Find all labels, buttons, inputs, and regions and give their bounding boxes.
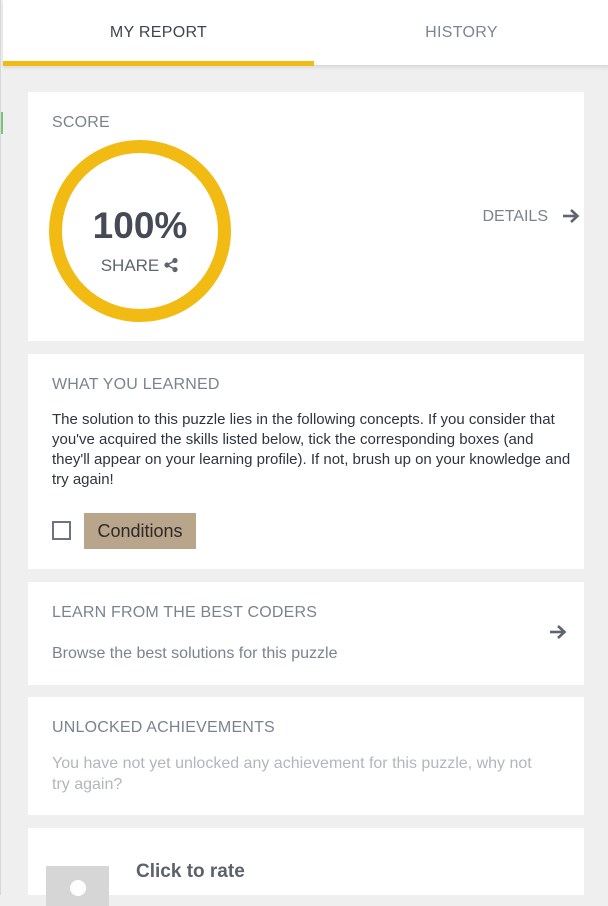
learned-card: WHAT YOU LEARNED The solution to this pu… [28,354,584,569]
report-panel: MY REPORT HISTORY SCORE 100% SHARE DETAI… [0,0,608,906]
best-coders-card[interactable]: LEARN FROM THE BEST CODERS Browse the be… [28,582,584,685]
achievements-card: UNLOCKED ACHIEVEMENTS You have not yet u… [28,697,584,815]
learned-title: WHAT YOU LEARNED [52,376,220,393]
achievements-title: UNLOCKED ACHIEVEMENTS [52,719,275,736]
score-ring: 100% SHARE [49,140,231,322]
share-icon [163,257,179,273]
details-link[interactable]: DETAILS [483,208,581,226]
score-title: SCORE [52,114,110,131]
left-edge-accent [1,112,3,134]
details-label: DETAILS [482,208,549,225]
active-tab-indicator [3,61,314,66]
concept-tag: Conditions [84,513,196,549]
learned-description: The solution to this puzzle lies in the … [52,411,571,488]
tab-bar: MY REPORT HISTORY [3,0,608,66]
arrow-right-icon [562,208,580,224]
score-value: 100% [92,205,188,246]
concept-checkbox[interactable] [52,521,71,540]
best-coders-title: LEARN FROM THE BEST CODERS [52,604,318,621]
share-label: SHARE [100,256,160,275]
tab-my-report[interactable]: MY REPORT [3,0,314,66]
avatar-placeholder-icon [46,866,109,906]
rate-button[interactable]: Click to rate [136,861,245,883]
achievements-text: You have not yet unlocked any achievemen… [52,755,532,793]
rating-card: Click to rate [28,828,584,906]
tab-history[interactable]: HISTORY [314,0,608,66]
share-button[interactable]: SHARE [62,256,218,276]
score-card: SCORE 100% SHARE DETAILS [28,92,584,341]
best-coders-subtitle: Browse the best solutions for this puzzl… [52,645,338,662]
arrow-right-icon [549,624,567,640]
